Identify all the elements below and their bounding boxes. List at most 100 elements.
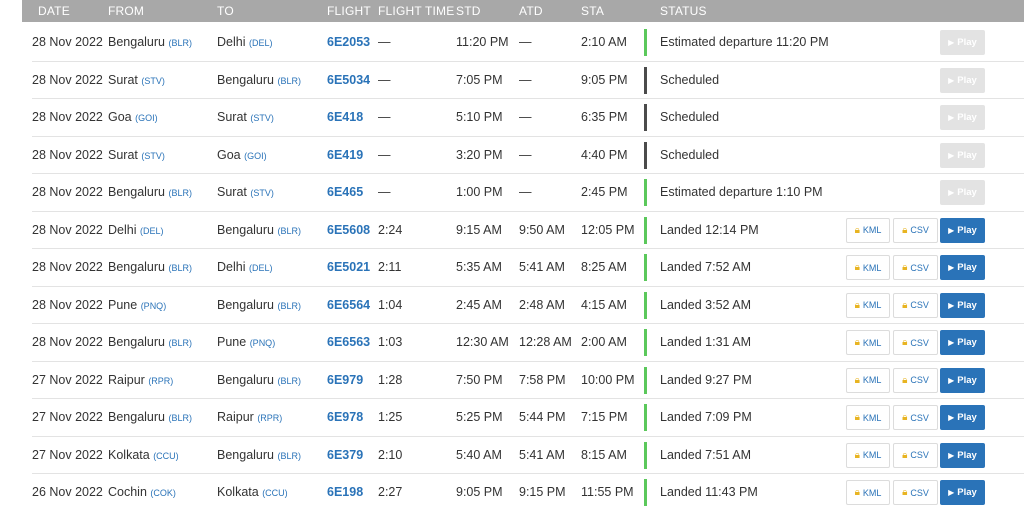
- atd-cell: 9:15 PM: [519, 485, 566, 499]
- flight-time-cell: 2:11: [378, 260, 402, 274]
- header-sta[interactable]: STA: [581, 4, 604, 18]
- destination-code-link[interactable]: (BLR): [277, 226, 301, 236]
- lock-icon: 🔒︎: [902, 449, 908, 461]
- destination-cell: Kolkata (CCU): [217, 485, 288, 499]
- csv-download-button[interactable]: 🔒︎ CSV: [893, 292, 938, 318]
- sta-cell: 9:05 PM: [581, 72, 628, 87]
- play-button[interactable]: ▶ Play: [940, 255, 985, 280]
- atd-cell: —: [519, 147, 532, 162]
- destination-code-link[interactable]: (BLR): [277, 376, 301, 386]
- csv-download-button[interactable]: 🔒︎ CSV: [893, 405, 938, 430]
- lock-icon: 🔒︎: [902, 374, 908, 386]
- kml-download-button[interactable]: 🔒︎ KML: [846, 292, 890, 318]
- destination-code-link[interactable]: (DEL): [249, 38, 273, 48]
- origin-code-link[interactable]: (CCU): [153, 451, 179, 461]
- origin-cell: Bengaluru (BLR): [108, 335, 192, 349]
- header-date[interactable]: DATE: [38, 4, 70, 18]
- flight-number-link[interactable]: 6E978: [327, 410, 363, 424]
- flight-number-link[interactable]: 6E465: [327, 185, 363, 199]
- header-atd[interactable]: ATD: [519, 4, 543, 18]
- play-label: Play: [957, 37, 977, 48]
- sta-cell: 7:15 PM: [581, 410, 628, 424]
- play-button[interactable]: ▶ Play: [940, 442, 985, 468]
- flight-number-link[interactable]: 6E6564: [327, 298, 370, 312]
- destination-code-link[interactable]: (RPR): [257, 413, 282, 423]
- lock-icon: 🔒︎: [902, 487, 908, 498]
- destination-code-link[interactable]: (BLR): [277, 301, 301, 311]
- kml-download-button[interactable]: 🔒︎ KML: [846, 442, 890, 468]
- origin-code-link[interactable]: (BLR): [168, 413, 192, 423]
- destination-code-link[interactable]: (PNQ): [250, 338, 276, 348]
- origin-cell: Surat (STV): [108, 73, 165, 87]
- csv-download-button[interactable]: 🔒︎ CSV: [893, 330, 938, 355]
- play-button[interactable]: ▶ Play: [940, 217, 985, 243]
- kml-download-button[interactable]: 🔒︎ KML: [846, 217, 890, 243]
- csv-download-button[interactable]: 🔒︎ CSV: [893, 255, 938, 280]
- destination-code-link[interactable]: (CCU): [262, 488, 288, 498]
- flight-number-link[interactable]: 6E6563: [327, 335, 370, 349]
- origin-code-link[interactable]: (STV): [141, 151, 165, 161]
- play-button[interactable]: ▶ Play: [940, 330, 985, 355]
- kml-download-button[interactable]: 🔒︎ KML: [846, 330, 890, 355]
- csv-download-button[interactable]: 🔒︎ CSV: [893, 442, 938, 468]
- destination-code-link[interactable]: (STV): [250, 188, 274, 198]
- header-std[interactable]: STD: [456, 4, 481, 18]
- origin-code-link[interactable]: (BLR): [168, 338, 192, 348]
- flight-number-link[interactable]: 6E379: [327, 448, 363, 462]
- csv-label: CSV: [910, 375, 929, 385]
- status-indicator-bar: [644, 29, 647, 56]
- origin-code-link[interactable]: (BLR): [168, 188, 192, 198]
- origin-code-link[interactable]: (BLR): [168, 263, 192, 273]
- origin-code-link[interactable]: (BLR): [168, 38, 192, 48]
- sta-cell: 12:05 PM: [581, 222, 635, 237]
- origin-city: Delhi: [108, 222, 137, 237]
- destination-code-link[interactable]: (GOI): [244, 151, 267, 161]
- kml-download-button[interactable]: 🔒︎ KML: [846, 405, 890, 430]
- origin-code-link[interactable]: (STV): [141, 76, 165, 86]
- flight-number-link[interactable]: 6E418: [327, 110, 363, 124]
- destination-code-link[interactable]: (BLR): [277, 76, 301, 86]
- play-button[interactable]: ▶ Play: [940, 292, 985, 318]
- lock-icon: 🔒︎: [902, 224, 908, 236]
- flight-number-link[interactable]: 6E419: [327, 148, 363, 162]
- csv-download-button[interactable]: 🔒︎ CSV: [893, 480, 938, 505]
- origin-code-link[interactable]: (PNQ): [141, 301, 167, 311]
- destination-code-link[interactable]: (STV): [250, 113, 274, 123]
- origin-code-link[interactable]: (DEL): [140, 226, 164, 236]
- csv-label: CSV: [910, 225, 929, 235]
- origin-code-link[interactable]: (GOI): [135, 113, 158, 123]
- header-to[interactable]: TO: [217, 4, 234, 18]
- header-status[interactable]: STATUS: [660, 4, 707, 18]
- play-button[interactable]: ▶ Play: [940, 480, 985, 505]
- table-row: 28 Nov 2022 Pune (PNQ) Bengaluru (BLR) 6E65…: [32, 287, 1024, 324]
- csv-download-button[interactable]: 🔒︎ CSV: [893, 367, 938, 393]
- csv-download-button[interactable]: 🔒︎ CSV: [893, 217, 938, 243]
- flight-history-table: DATE FROM TO FLIGHT FLIGHT TIME STD ATD …: [0, 0, 1024, 511]
- flight-number-link[interactable]: 6E979: [327, 373, 363, 387]
- header-flight-time[interactable]: FLIGHT TIME: [378, 4, 454, 18]
- header-from[interactable]: FROM: [108, 4, 144, 18]
- destination-code-link[interactable]: (BLR): [277, 451, 301, 461]
- flight-time-cell: —: [378, 110, 391, 124]
- play-label: Play: [957, 112, 977, 123]
- flight-number-link[interactable]: 6E5021: [327, 260, 370, 274]
- play-button[interactable]: ▶ Play: [940, 405, 985, 430]
- flight-number-link[interactable]: 6E198: [327, 485, 363, 499]
- flight-number-link[interactable]: 6E5034: [327, 73, 370, 87]
- kml-download-button[interactable]: 🔒︎ KML: [846, 480, 890, 505]
- kml-download-button[interactable]: 🔒︎ KML: [846, 255, 890, 280]
- status-cell: Landed 7:52 AM: [660, 260, 752, 274]
- play-button[interactable]: ▶ Play: [940, 367, 985, 393]
- destination-code-link[interactable]: (DEL): [249, 263, 273, 273]
- header-flight[interactable]: FLIGHT: [327, 4, 371, 18]
- flight-number-link[interactable]: 6E2053: [327, 35, 370, 49]
- origin-cell: Goa (GOI): [108, 110, 158, 124]
- origin-code-link[interactable]: (COK): [150, 488, 176, 498]
- origin-code-link[interactable]: (RPR): [148, 376, 173, 386]
- status-indicator-bar: [644, 66, 647, 94]
- kml-download-button[interactable]: 🔒︎ KML: [846, 367, 890, 393]
- status-indicator-bar: [644, 329, 647, 356]
- status-indicator-bar: [644, 366, 647, 394]
- flight-time-cell: 2:24: [378, 222, 403, 237]
- flight-number-link[interactable]: 6E5608: [327, 223, 370, 237]
